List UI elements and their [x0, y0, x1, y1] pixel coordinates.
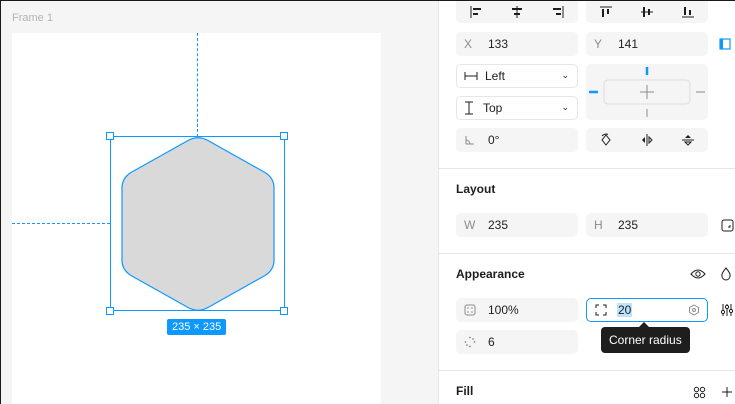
frame-label[interactable]: Frame 1 [12, 12, 53, 24]
flip-horizontal-icon[interactable] [627, 128, 668, 152]
divider [439, 253, 735, 254]
divider [439, 168, 735, 169]
rotation-field[interactable]: 0° [456, 128, 578, 152]
point-count-field[interactable]: 6 [456, 330, 578, 354]
corner-radius-field[interactable]: 20 [586, 298, 708, 322]
align-left-icon[interactable] [456, 1, 497, 23]
angle-icon [465, 136, 474, 145]
chevron-down-icon: ⌄ [561, 102, 569, 112]
height-value[interactable]: 235 [618, 218, 638, 232]
resize-handle-top-right[interactable] [280, 132, 288, 140]
width-value[interactable]: 235 [488, 218, 508, 232]
resize-handle-bottom-left[interactable] [106, 307, 114, 315]
x-position-field[interactable]: X 133 [456, 32, 578, 56]
chevron-down-icon: ⌄ [561, 70, 569, 80]
blend-mode-drop-icon[interactable] [716, 264, 735, 284]
point-count-icon [464, 336, 476, 348]
opacity-field[interactable]: 100% [456, 298, 578, 322]
size-badge: 235 × 235 [167, 319, 227, 335]
canvas[interactable]: Frame 1 235 × 235 [1, 1, 438, 404]
align-top-icon[interactable] [586, 1, 627, 23]
horizontal-constraint-icon [464, 72, 478, 80]
point-count-value[interactable]: 6 [488, 335, 495, 349]
vertical-constraint-icon [465, 101, 473, 115]
layout-section-title: Layout [456, 182, 496, 196]
width-label: W [464, 218, 476, 232]
divider [439, 370, 735, 371]
resize-to-fit-icon[interactable] [717, 215, 735, 235]
resize-handle-bottom-right[interactable] [280, 307, 288, 315]
horizontal-guide [12, 223, 110, 224]
polygon-settings-icon[interactable] [688, 304, 700, 316]
horizontal-constraint-select[interactable]: Left ⌄ [456, 64, 578, 88]
visibility-eye-icon[interactable] [688, 264, 708, 284]
vertical-constraint-value: Top [483, 101, 503, 115]
horizontal-align-group [456, 1, 578, 23]
corner-radius-icon [595, 304, 607, 316]
opacity-icon [464, 304, 476, 316]
properties-panel: X 133 Y 141 Left ⌄ Top ⌄ 0° Layout W 235… [438, 1, 735, 404]
align-bottom-icon[interactable] [667, 1, 708, 23]
selection-box [110, 136, 285, 311]
fill-section-title: Fill [456, 384, 474, 398]
vertical-guide [197, 33, 198, 137]
height-field[interactable]: H 235 [586, 213, 708, 237]
y-label: Y [594, 37, 603, 51]
align-right-icon[interactable] [537, 1, 578, 23]
constraints-toggle-icon[interactable] [715, 34, 735, 54]
width-field[interactable]: W 235 [456, 213, 578, 237]
corner-radius-value[interactable]: 20 [617, 303, 633, 317]
resize-handle-top-left[interactable] [106, 132, 114, 140]
vertical-align-group [586, 1, 708, 23]
constraint-widget[interactable] [586, 64, 708, 120]
individual-corners-sliders-icon[interactable] [717, 300, 735, 320]
horizontal-constraint-value: Left [485, 69, 506, 83]
appearance-section-title: Appearance [456, 267, 525, 281]
y-position-field[interactable]: Y 141 [586, 32, 708, 56]
x-label: X [464, 37, 473, 51]
height-label: H [594, 218, 603, 232]
opacity-value[interactable]: 100% [488, 303, 519, 317]
rotation-value[interactable]: 0° [488, 133, 499, 147]
x-value[interactable]: 133 [488, 37, 508, 51]
add-fill-plus-icon[interactable] [717, 382, 735, 402]
rotate-icon[interactable] [586, 128, 627, 152]
y-value[interactable]: 141 [618, 37, 638, 51]
transform-group [586, 128, 708, 152]
styles-grid-icon[interactable] [689, 382, 709, 402]
corner-radius-tooltip: Corner radius [601, 322, 690, 353]
align-horizontal-center-icon[interactable] [497, 1, 538, 23]
vertical-constraint-select[interactable]: Top ⌄ [456, 96, 578, 120]
align-vertical-center-icon[interactable] [627, 1, 668, 23]
flip-vertical-icon[interactable] [667, 128, 708, 152]
